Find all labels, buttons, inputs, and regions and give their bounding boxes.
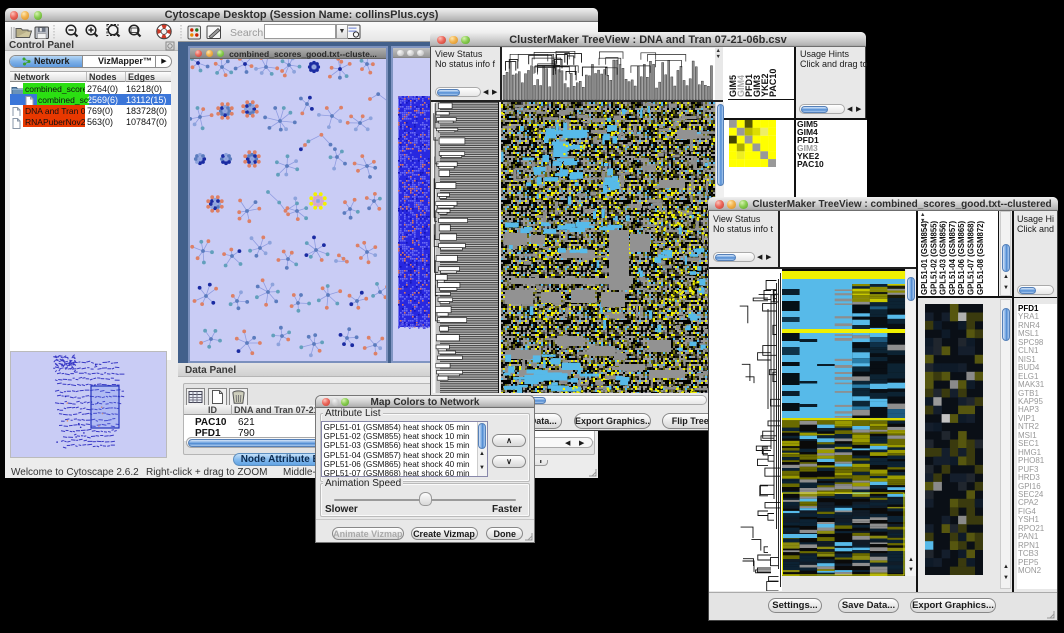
svg-text:GPL51-08 (GSM872): GPL51-08 (GSM872)	[976, 220, 985, 295]
svg-text:GPL51-01 (GSM854): GPL51-01 (GSM854)	[920, 220, 929, 295]
svg-text:PAC10: PAC10	[768, 69, 778, 97]
svg-text:GPL51-03 (GSM856): GPL51-03 (GSM856)	[939, 220, 948, 295]
svg-text:GPL51-02 (GSM855): GPL51-02 (GSM855)	[929, 220, 938, 295]
svg-text:GPL51-07 (GSM868): GPL51-07 (GSM868)	[967, 220, 976, 295]
svg-text:GPL51-04 (GSM857): GPL51-04 (GSM857)	[948, 220, 957, 295]
svg-text:GPL51-06 (GSM865): GPL51-06 (GSM865)	[957, 220, 966, 295]
